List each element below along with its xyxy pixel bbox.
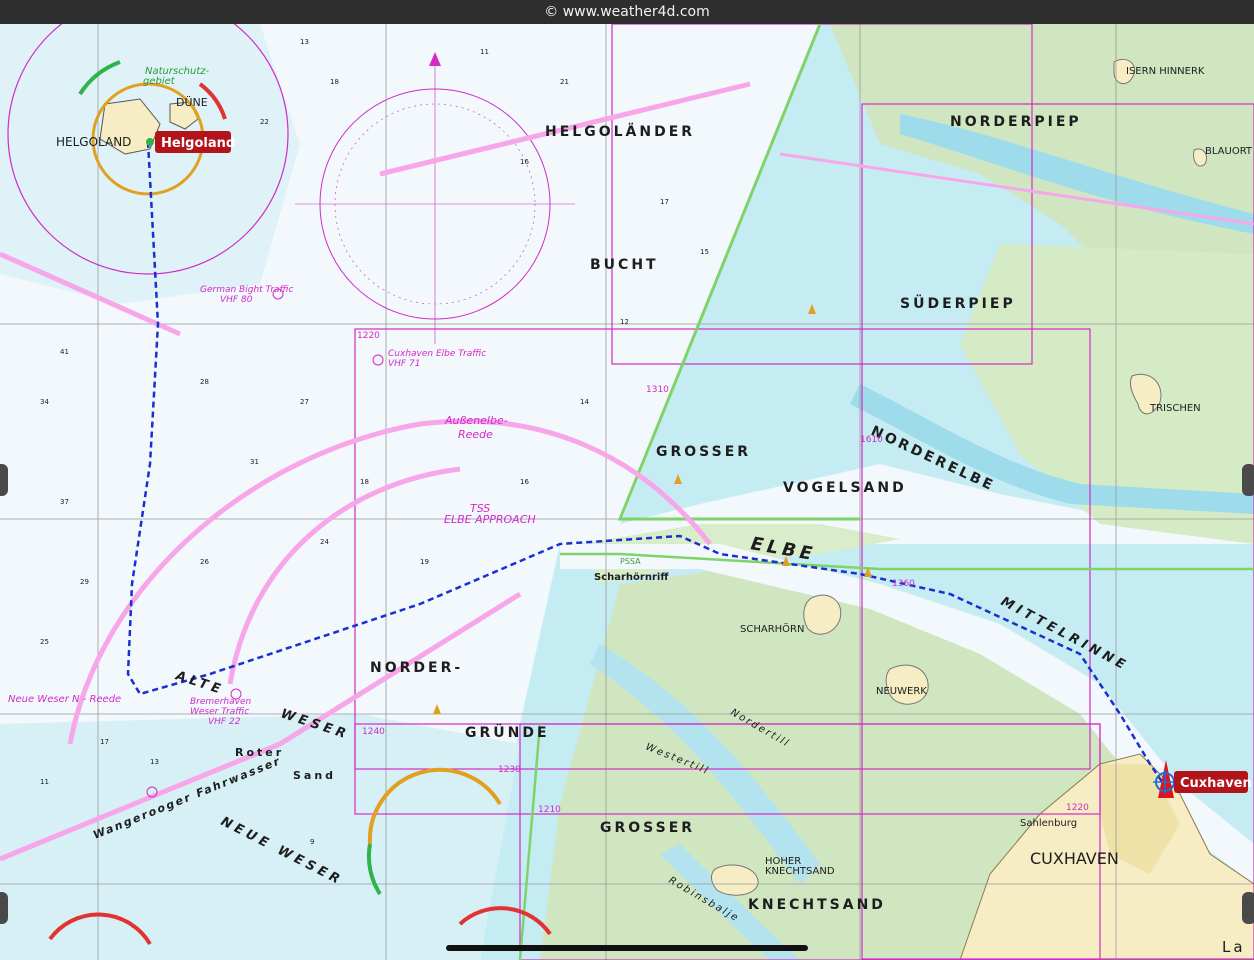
label-isern-hinnerk: ISERN HINNERK xyxy=(1126,66,1205,77)
label-scharhornriff: Scharhörnriff xyxy=(594,572,669,583)
island-neuwerk xyxy=(885,664,929,705)
svg-text:16: 16 xyxy=(520,478,529,486)
label-dune: DÜNE xyxy=(176,96,208,109)
label-vogelsand: VOGELSAND xyxy=(783,480,907,496)
svg-text:29: 29 xyxy=(80,578,89,586)
label-norder: NORDER- xyxy=(370,660,463,676)
svg-text:21: 21 xyxy=(560,78,569,86)
chart-number: 1610 xyxy=(860,435,883,445)
svg-text:14: 14 xyxy=(580,398,589,406)
svg-text:41: 41 xyxy=(60,348,69,356)
svg-text:27: 27 xyxy=(300,398,309,406)
label-vhf80: VHF 80 xyxy=(220,295,253,305)
label-vhf71: VHF 71 xyxy=(388,359,420,369)
svg-text:13: 13 xyxy=(150,758,159,766)
label-land: La xyxy=(1222,938,1246,956)
svg-text:11: 11 xyxy=(40,778,49,786)
label-weser-traffic: Weser Traffic xyxy=(190,707,249,717)
waypoint-helgoland-label: Helgoland xyxy=(161,136,235,151)
svg-text:24: 24 xyxy=(320,538,329,546)
label-neue-weser-reede: Neue Weser N - Reede xyxy=(8,694,121,705)
svg-text:31: 31 xyxy=(250,458,259,466)
svg-text:19: 19 xyxy=(420,558,429,566)
label-german-bight-traffic: German Bight Traffic xyxy=(200,285,294,295)
label-knechtsand-small: KNECHTSAND xyxy=(765,866,835,877)
top-bar: © www.weather4d.com xyxy=(0,0,1254,24)
label-helgoland-island: HELGOLAND xyxy=(56,135,131,149)
label-cux-elbe-traffic: Cuxhaven Elbe Traffic xyxy=(388,349,486,359)
label-grosser-vogelsand-1: GROSSER xyxy=(656,444,751,460)
chart-canvas[interactable]: HELGOLÄNDER BUCHT NORDERPIEP SÜDERPIEP I… xyxy=(0,24,1254,960)
svg-text:22: 22 xyxy=(260,118,269,126)
svg-text:12: 12 xyxy=(620,318,629,326)
svg-text:18: 18 xyxy=(360,478,369,486)
label-grosser-knechtsand-1: GROSSER xyxy=(600,820,695,836)
label-cuxhaven-town: CUXHAVEN xyxy=(1030,849,1119,868)
label-aussenelbe: Außenelbe- xyxy=(444,414,508,427)
label-gebiet: gebiet xyxy=(143,76,176,87)
label-helgolander: HELGOLÄNDER xyxy=(545,123,695,140)
svg-text:37: 37 xyxy=(60,498,69,506)
label-bucht: BUCHT xyxy=(590,257,659,273)
label-suderpiep: SÜDERPIEP xyxy=(900,294,1016,312)
label-grunde: GRÜNDE xyxy=(465,723,550,741)
svg-text:34: 34 xyxy=(40,398,49,406)
label-norderpiep: NORDERPIEP xyxy=(950,114,1082,130)
label-trischen: TRISCHEN xyxy=(1149,403,1201,414)
svg-text:16: 16 xyxy=(520,158,529,166)
label-blauort: BLAUORT xyxy=(1205,146,1253,157)
label-pssa: PSSA xyxy=(620,557,641,566)
label-knechtsand: KNECHTSAND xyxy=(748,897,886,913)
chart-number: 1230 xyxy=(498,765,521,775)
chart-number: 1360 xyxy=(892,579,915,589)
svg-text:13: 13 xyxy=(300,38,309,46)
chart-number: 1210 xyxy=(538,805,561,815)
label-bremerhaven: Bremerhaven xyxy=(190,697,251,707)
svg-text:28: 28 xyxy=(200,378,209,386)
svg-text:11: 11 xyxy=(480,48,489,56)
nautical-chart[interactable]: HELGOLÄNDER BUCHT NORDERPIEP SÜDERPIEP I… xyxy=(0,24,1254,960)
right-handle-top[interactable] xyxy=(1242,464,1254,496)
label-elbe-approach: ELBE APPROACH xyxy=(444,513,536,526)
chart-number: 1310 xyxy=(646,385,669,395)
waypoint-cuxhaven-label: Cuxhaven xyxy=(1180,776,1252,791)
left-handle-top[interactable] xyxy=(0,464,8,496)
svg-text:26: 26 xyxy=(200,558,209,566)
left-handle-bottom[interactable] xyxy=(0,892,8,924)
label-sahlenburg: Sahlenburg xyxy=(1020,818,1077,829)
home-indicator[interactable] xyxy=(446,945,808,951)
chart-number: 1240 xyxy=(362,727,385,737)
label-reede: Reede xyxy=(458,428,493,441)
waypoint-helgoland[interactable]: Helgoland xyxy=(146,131,235,153)
copyright-text: © www.weather4d.com xyxy=(544,4,710,20)
svg-text:17: 17 xyxy=(660,198,669,206)
label-vhf22: VHF 22 xyxy=(208,717,241,727)
chart-number: 1220 xyxy=(1066,803,1089,813)
label-sand: Sand xyxy=(293,769,336,782)
svg-text:17: 17 xyxy=(100,738,109,746)
svg-text:18: 18 xyxy=(330,78,339,86)
chart-number: 1220 xyxy=(357,331,380,341)
right-handle-bottom[interactable] xyxy=(1242,892,1254,924)
svg-text:25: 25 xyxy=(40,638,49,646)
svg-text:9: 9 xyxy=(310,838,314,846)
svg-text:15: 15 xyxy=(700,248,709,256)
label-scharhorn: SCHARHÖRN xyxy=(740,622,804,635)
label-neuwerk: NEUWERK xyxy=(876,686,927,697)
